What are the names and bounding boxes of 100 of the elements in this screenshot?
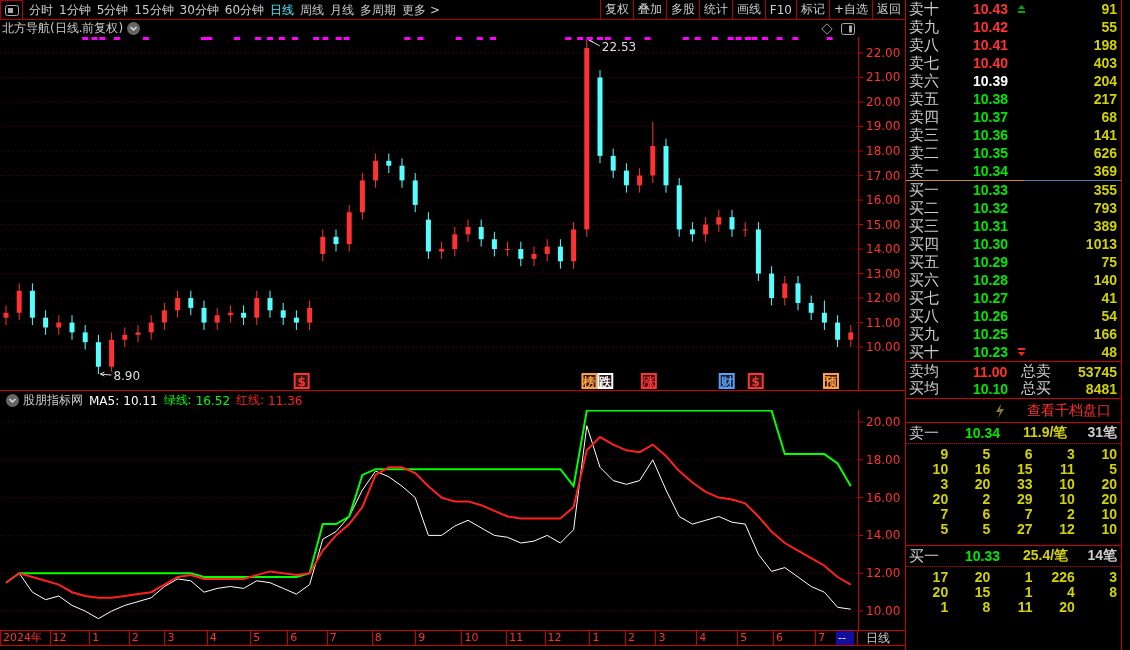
table-cell-text: 2 <box>1066 507 1075 522</box>
event-tag: 跌 <box>597 373 614 389</box>
quantity-text: 793 <box>1093 200 1117 216</box>
count-text: 14笔 <box>1087 547 1117 565</box>
reading-value: 16.52 <box>195 393 230 408</box>
axis-label: 10 <box>461 631 481 645</box>
price-text: 11.00 <box>973 363 1009 380</box>
quantity-text: 53745 <box>1078 363 1117 380</box>
axis-label: 12.00 <box>866 291 901 306</box>
price-text: 10.43 <box>973 1 1010 17</box>
total-label: 总买 <box>1020 379 1052 398</box>
level-label: 卖六 <box>909 71 940 91</box>
table-cell-text: 2 <box>981 492 991 507</box>
candle <box>29 282 35 326</box>
chevron-down-icon[interactable] <box>6 394 19 407</box>
panel-toggle-icon[interactable] <box>4 4 19 16</box>
table-cell-text: 5 <box>981 522 991 537</box>
level-label: 卖九 <box>909 17 940 37</box>
table-cell-text: 29 <box>1016 492 1033 507</box>
table-cell-text: 8 <box>981 600 991 615</box>
table-cell-text: 7 <box>1023 507 1033 522</box>
period-tab[interactable]: 60分钟 <box>218 0 265 19</box>
price-text: 10.31 <box>973 218 1010 234</box>
candle <box>610 148 616 179</box>
table-cell-text: 20 <box>1100 477 1117 492</box>
period-tab[interactable]: 分时 <box>23 0 53 19</box>
total-label: 总卖 <box>1020 362 1052 381</box>
reading-value: 11.36 <box>268 393 303 408</box>
candle <box>254 290 260 326</box>
candle <box>769 265 775 306</box>
candle <box>663 138 669 194</box>
quantity-text: 403 <box>1093 55 1117 71</box>
table-cell-text: 10 <box>1058 492 1075 507</box>
signal-mark <box>792 37 799 40</box>
level-label: 买均 <box>909 379 940 398</box>
price-text: 10.10 <box>973 380 1010 397</box>
quantity-text: 217 <box>1093 91 1117 107</box>
level-label: 买四 <box>909 234 940 254</box>
reading-label: 红线: <box>236 392 265 409</box>
price-text: 10.34 <box>973 163 1010 179</box>
level-label: 卖一 <box>909 161 940 181</box>
level-label: 买十 <box>909 342 940 362</box>
table-cell-text: 15 <box>1016 462 1033 477</box>
period-tab[interactable]: 5分钟 <box>90 0 129 19</box>
axis-label: 11.00 <box>866 315 901 330</box>
price-text: 10.25 <box>973 326 1010 342</box>
candle <box>518 241 524 267</box>
candle <box>16 282 22 321</box>
candle <box>557 238 563 270</box>
level-label: 买一 <box>909 546 940 566</box>
quantity-text: 389 <box>1093 218 1117 234</box>
table-cell-text: 1 <box>939 600 949 615</box>
price-text: 10.28 <box>973 272 1010 288</box>
period-tab[interactable]: 1分钟 <box>53 0 91 19</box>
level-label: 买三 <box>909 216 940 236</box>
quantity-text: 198 <box>1093 37 1117 53</box>
candle <box>491 231 497 257</box>
leader-line <box>588 37 601 47</box>
table-cell-text: 8 <box>1108 585 1117 600</box>
table-cell-text: 1 <box>1023 585 1033 600</box>
level-label: 卖十 <box>909 0 940 19</box>
diamond-icon[interactable] <box>821 22 833 35</box>
candle <box>729 209 735 238</box>
level-label: 卖四 <box>909 107 940 127</box>
candle <box>3 304 9 326</box>
period-tab[interactable]: 15分钟 <box>128 0 174 19</box>
candle <box>109 331 115 373</box>
panel-toggle-icon[interactable] <box>841 22 855 35</box>
table-cell-text: 5 <box>981 447 991 462</box>
axis-label: 9 <box>415 631 428 645</box>
axis-label: 14.00 <box>866 528 901 543</box>
price-text: 10.40 <box>973 55 1010 71</box>
period-tab[interactable]: 日线 <box>264 0 295 19</box>
lightning-icon[interactable] <box>995 403 1005 418</box>
period-tab[interactable]: 周线 <box>294 0 325 19</box>
candle <box>201 300 207 331</box>
candle <box>755 221 761 282</box>
up-arrow-icon[interactable] <box>1018 5 1025 13</box>
signal-mark <box>644 37 651 40</box>
signal-mark <box>776 37 783 40</box>
axis-label: 16.00 <box>866 193 901 207</box>
signal-mark <box>624 37 631 40</box>
down-arrow-icon[interactable] <box>1018 348 1025 356</box>
period-tab[interactable]: 月线 <box>324 0 355 19</box>
chevron-down-icon[interactable] <box>127 22 141 35</box>
quantity-text: 48 <box>1101 344 1117 360</box>
depth-link[interactable]: 查看千档盘口 <box>1027 401 1111 420</box>
period-tab[interactable]: 30分钟 <box>173 0 219 19</box>
count-text: 31笔 <box>1087 424 1117 442</box>
candle <box>95 334 101 375</box>
level-label: 买八 <box>909 306 940 326</box>
candle <box>650 121 656 184</box>
candle <box>821 300 827 331</box>
period-tab[interactable]: 更多 > <box>396 0 440 19</box>
candle <box>782 275 788 306</box>
signal-mark <box>711 37 718 40</box>
level-label: 买六 <box>909 270 940 290</box>
period-tab[interactable]: 多周期 <box>354 0 397 19</box>
candle <box>267 290 273 319</box>
event-tag: $ <box>293 373 310 389</box>
